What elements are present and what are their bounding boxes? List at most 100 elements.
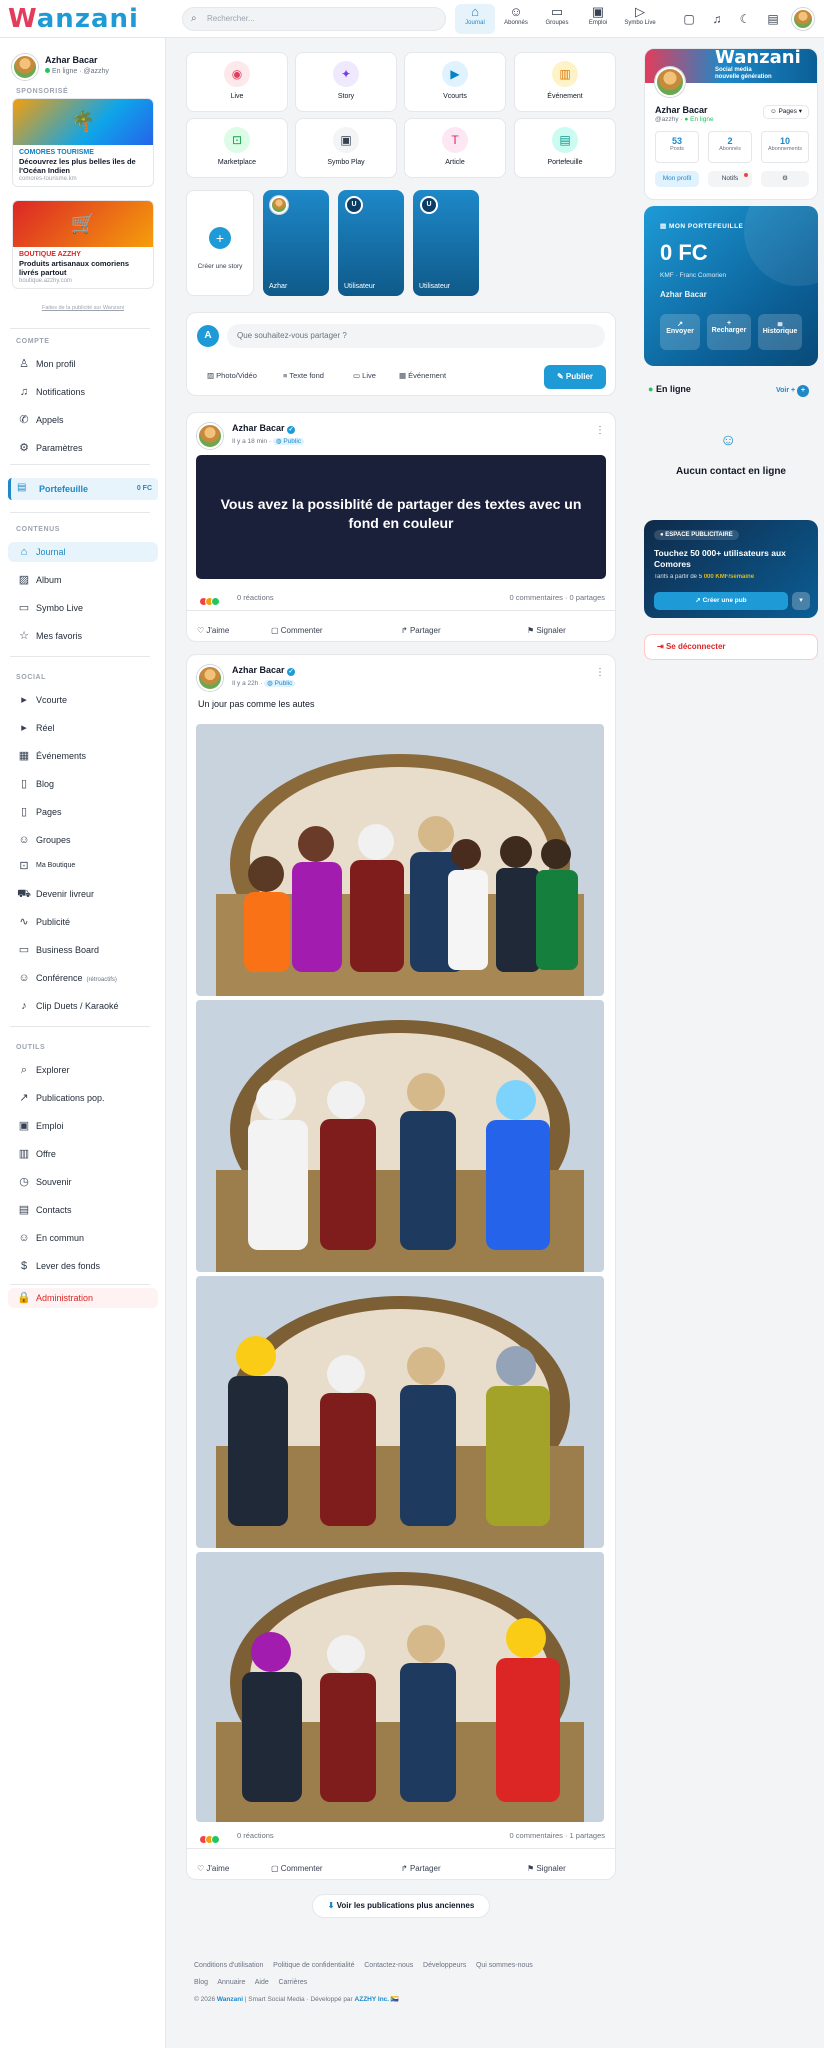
menu-evenements[interactable]: ▦ Événements xyxy=(8,746,158,766)
stat-abonnements[interactable]: 10 Abonnements xyxy=(761,131,809,163)
footer-link[interactable]: Politique de confidentialité xyxy=(273,1962,354,1969)
post-photo[interactable] xyxy=(196,1000,604,1272)
bell-icon[interactable]: ♫ xyxy=(708,10,726,28)
post-author[interactable]: Azhar Bacar ✓ xyxy=(232,665,296,676)
search-input[interactable]: ⌕ Rechercher... xyxy=(182,7,446,31)
reaction-count[interactable]: 0 réactions xyxy=(237,593,274,602)
post-author[interactable]: Azhar Bacar ✓ xyxy=(232,423,296,434)
menu-publicite[interactable]: ∿ Publicité xyxy=(8,912,158,932)
reaction-count[interactable]: 0 réactions xyxy=(237,1831,274,1840)
user-avatar[interactable] xyxy=(792,8,814,30)
see-all-online-link[interactable]: Voir + + xyxy=(776,385,810,397)
menu-publications-pop[interactable]: ↗ Publications pop. xyxy=(8,1088,158,1108)
profile-card-avatar[interactable] xyxy=(655,67,685,97)
menu-reel[interactable]: ▸ Réel xyxy=(8,718,158,738)
menu-administration[interactable]: 🔒 Administration xyxy=(8,1288,158,1308)
settings-button[interactable]: ⚙ xyxy=(761,171,809,187)
ad-card-boutique[interactable]: 🛒 BOUTIQUE AZZHY Produits artisanaux com… xyxy=(12,200,154,289)
menu-pages[interactable]: ▯ Pages xyxy=(8,802,158,822)
post-photo[interactable] xyxy=(196,724,604,996)
menu-parametres[interactable]: ⚙ Paramètres xyxy=(8,438,158,458)
menu-mes-favoris[interactable]: ☆ Mes favoris xyxy=(8,626,158,646)
stat-posts[interactable]: 53 Posts xyxy=(655,131,699,163)
footer-link[interactable]: Annuaire xyxy=(217,1979,245,1986)
profile-name[interactable]: Azhar Bacar xyxy=(45,55,98,65)
quick-action-vcourts[interactable]: ▶ Vcourts xyxy=(404,52,506,112)
quick-action-marketplace[interactable]: ⊡ Marketplace xyxy=(186,118,288,178)
post-author-avatar[interactable] xyxy=(197,423,223,449)
advertise-link[interactable]: Faites de la publicité sur Wanzani xyxy=(12,305,154,311)
menu-symbo-live[interactable]: ▭ Symbo Live xyxy=(8,598,158,618)
menu-conference[interactable]: ☺ Conférence (rétroactifs) xyxy=(8,968,158,988)
quick-action-symbo-play[interactable]: ▣ Symbo Play xyxy=(295,118,397,178)
publish-button[interactable]: ✎ Publier xyxy=(544,365,606,389)
story-card[interactable]: U Utilisateur xyxy=(413,190,479,296)
pages-dropdown[interactable]: ☺ Pages ▾ xyxy=(763,105,809,119)
composer-input[interactable]: Que souhaitez-vous partager ? xyxy=(227,324,605,348)
ad-card-tourisme[interactable]: 🌴 COMORES TOURISME Découvrez les plus be… xyxy=(12,98,154,187)
nav-journal[interactable]: ⌂ Journal xyxy=(455,4,495,34)
quick-action-portefeuille[interactable]: ▤ Portefeuille xyxy=(514,118,616,178)
my-profile-button[interactable]: Mon profil xyxy=(655,171,699,187)
menu-blog[interactable]: ▯ Blog xyxy=(8,774,158,794)
menu-journal[interactable]: ⌂ Journal xyxy=(8,542,158,562)
texte-fond-button[interactable]: ≡ Texte fond xyxy=(283,371,324,380)
quick-action-live[interactable]: ◉ Live xyxy=(186,52,288,112)
evenement-button[interactable]: ▦ Événement xyxy=(399,371,446,380)
menu-en-commun[interactable]: ☺ En commun xyxy=(8,1228,158,1248)
menu-clip-duets[interactable]: ♪ Clip Duets / Karaoké xyxy=(8,996,158,1016)
comment-button[interactable]: ▢ Commenter xyxy=(271,1858,323,1876)
recharge-button[interactable]: + Recharger xyxy=(707,314,751,350)
chevron-down-icon[interactable]: ▾ xyxy=(792,592,810,610)
menu-portefeuille[interactable]: ▤ Portefeuille 0 FC xyxy=(8,478,158,500)
profile-card-name[interactable]: Azhar Bacar xyxy=(655,105,708,115)
logout-button[interactable]: ⇥ Se déconnecter xyxy=(644,634,818,660)
post-photo[interactable] xyxy=(196,1552,604,1822)
menu-vcourte[interactable]: ▸ Vcourte xyxy=(8,690,158,710)
post-author-avatar[interactable] xyxy=(197,665,223,691)
menu-ma-boutique[interactable]: ⊡ Ma Boutique xyxy=(8,856,158,876)
report-button[interactable]: ⚑ Signaler xyxy=(527,620,566,638)
menu-business-board[interactable]: ▭ Business Board xyxy=(8,940,158,960)
nav-emploi[interactable]: ▣ Emploi xyxy=(578,4,618,34)
nav-abonnes[interactable]: ☺ Abonnés xyxy=(496,4,536,34)
footer-link[interactable]: Contactez-nous xyxy=(364,1962,413,1969)
send-button[interactable]: ↗ Envoyer xyxy=(660,314,700,350)
share-button[interactable]: ↱ Partager xyxy=(401,620,441,638)
more-options-icon[interactable]: ⋮ xyxy=(595,667,605,678)
footer-link[interactable]: Conditions d'utilisation xyxy=(194,1962,263,1969)
menu-devenir-livreur[interactable]: ⛟ Devenir livreur xyxy=(8,884,158,904)
live-button[interactable]: ▭ Live xyxy=(353,371,376,380)
post-stats[interactable]: 0 commentaires · 1 partages xyxy=(510,1831,605,1840)
like-button[interactable]: ♡ J'aime xyxy=(197,1858,229,1876)
menu-lever-des-fonds[interactable]: $ Lever des fonds xyxy=(8,1256,158,1276)
more-options-icon[interactable]: ⋮ xyxy=(595,425,605,436)
quick-action-article[interactable]: T Article xyxy=(404,118,506,178)
menu-appels[interactable]: ✆ Appels xyxy=(8,410,158,430)
footer-link[interactable]: Aide xyxy=(255,1979,269,1986)
footer-link[interactable]: Carrières xyxy=(278,1979,307,1986)
wallet-icon[interactable]: ▤ xyxy=(764,10,782,28)
nav-symbo-live[interactable]: ▷ Symbo Live xyxy=(620,4,660,34)
quick-action-story[interactable]: ✦ Story xyxy=(295,52,397,112)
story-card[interactable]: U Utilisateur xyxy=(338,190,404,296)
wanzani-logo[interactable]: Wanzani xyxy=(8,4,139,34)
notifs-button[interactable]: Notifs xyxy=(708,171,752,187)
stat-abonnes[interactable]: 2 Abonnés xyxy=(708,131,752,163)
story-card[interactable]: Azhar xyxy=(263,190,329,296)
footer-link[interactable]: Développeurs xyxy=(423,1962,466,1969)
history-button[interactable]: ≣ Historique xyxy=(758,314,802,350)
comment-button[interactable]: ▢ Commenter xyxy=(271,620,323,638)
menu-groupes[interactable]: ☺ Groupes xyxy=(8,830,158,850)
post-stats[interactable]: 0 commentaires · 0 partages xyxy=(510,593,605,602)
create-ad-button[interactable]: ➚ Créer une pub xyxy=(654,592,788,610)
menu-offre[interactable]: ▥ Offre xyxy=(8,1144,158,1164)
footer-link[interactable]: Blog xyxy=(194,1979,208,1986)
menu-notifications[interactable]: ♫ Notifications xyxy=(8,382,158,402)
quick-action-evenement[interactable]: ▥ Événement xyxy=(514,52,616,112)
moon-icon[interactable]: ☾ xyxy=(736,10,754,28)
load-more-button[interactable]: ⬇ Voir les publications plus anciennes xyxy=(312,1894,490,1918)
nav-groupes[interactable]: ▭ Groupes xyxy=(537,4,577,34)
report-button[interactable]: ⚑ Signaler xyxy=(527,1858,566,1876)
like-button[interactable]: ♡ J'aime xyxy=(197,620,229,638)
